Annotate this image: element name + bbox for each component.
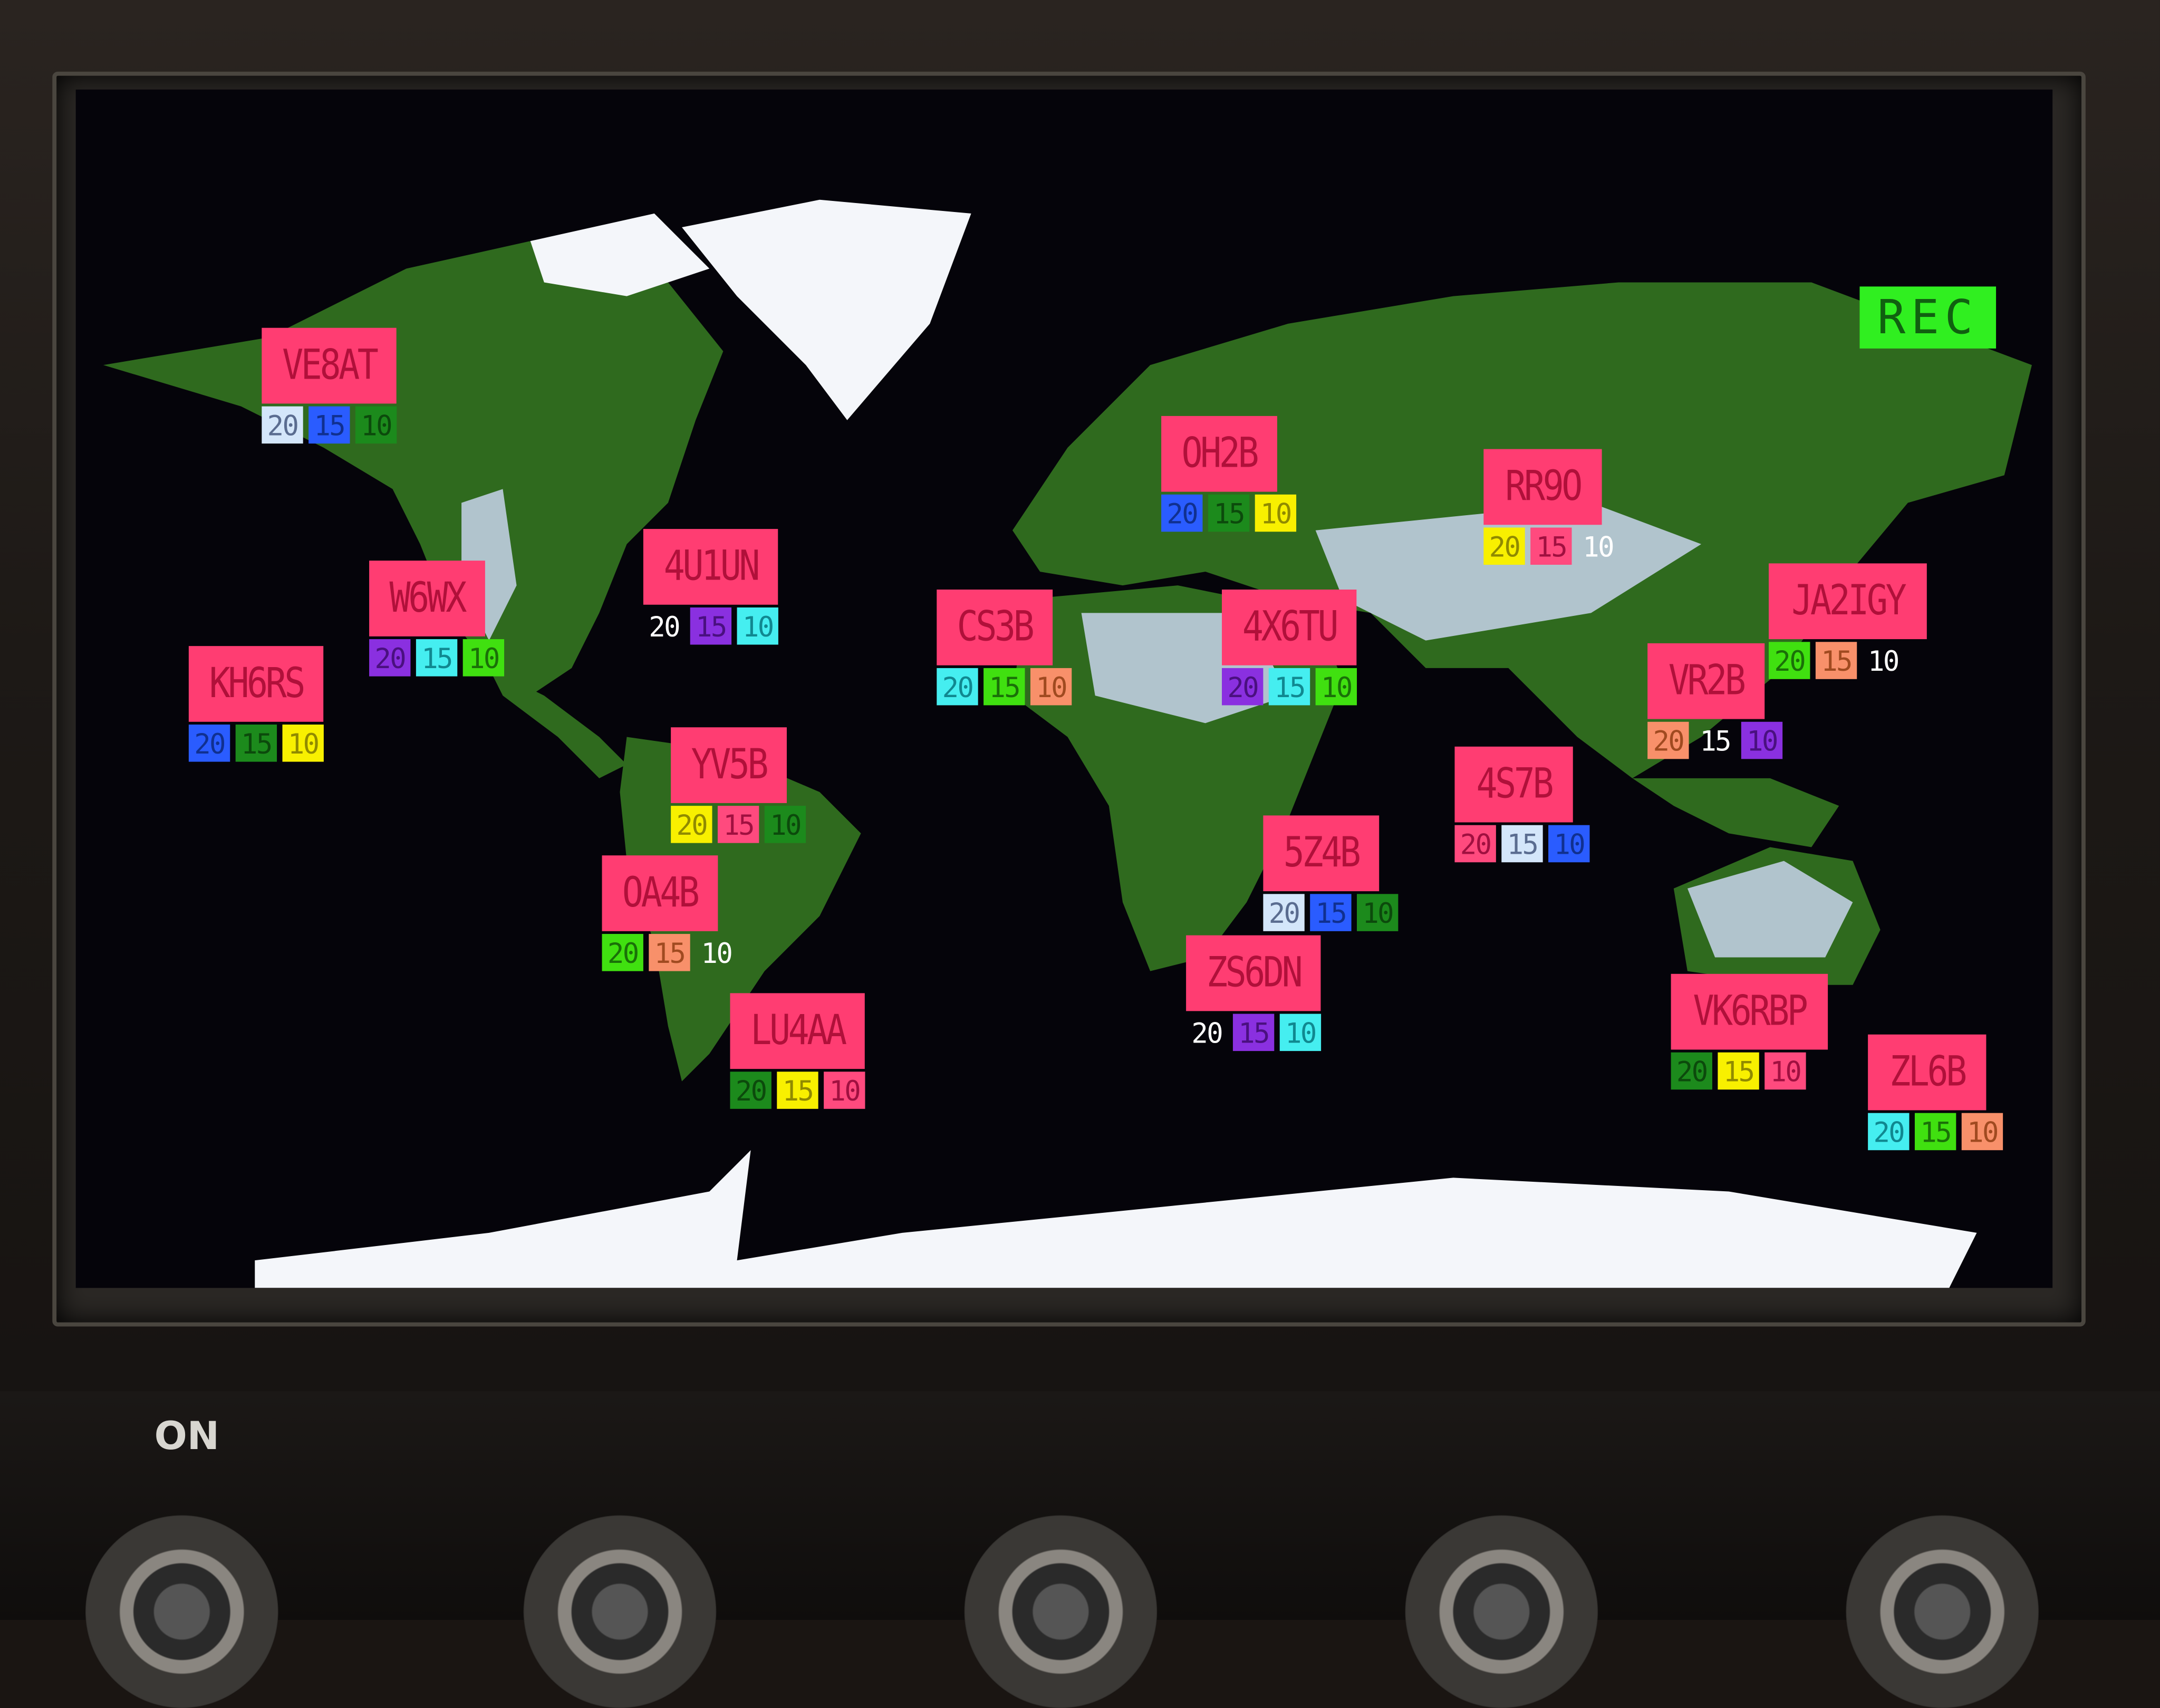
control-knob[interactable] bbox=[523, 1515, 717, 1708]
band-indicator-20: 20 bbox=[1868, 1113, 1910, 1151]
greenland bbox=[682, 199, 971, 420]
band-indicator-20: 20 bbox=[369, 639, 411, 677]
station-callsign: VE8AT bbox=[262, 327, 397, 404]
band-indicator-15: 15 bbox=[308, 406, 350, 444]
band-indicator-10: 10 bbox=[1030, 668, 1072, 706]
station-callsign: ZL6B bbox=[1868, 1034, 1987, 1111]
band-indicator-15: 15 bbox=[777, 1072, 818, 1109]
band-indicator-10: 10 bbox=[1764, 1052, 1806, 1090]
band-indicator-10: 10 bbox=[737, 607, 778, 645]
band-indicator-20: 20 bbox=[649, 609, 680, 643]
station-callsign: 4X6TU bbox=[1222, 590, 1357, 665]
central-america bbox=[489, 668, 627, 778]
band-indicator-10: 10 bbox=[282, 725, 324, 762]
band-indicator-15: 15 bbox=[1501, 825, 1543, 863]
station-callsign: KH6RS bbox=[188, 646, 324, 722]
antarctica bbox=[255, 1150, 1977, 1288]
band-indicator-10: 10 bbox=[1961, 1113, 2003, 1151]
band-indicator-10: 10 bbox=[1548, 825, 1590, 863]
band-indicator-10: 10 bbox=[1315, 668, 1357, 706]
band-indicator-10: 10 bbox=[1255, 494, 1297, 532]
band-indicator-20: 20 bbox=[1191, 1016, 1223, 1049]
band-indicator-10: 10 bbox=[701, 935, 732, 969]
band-indicator-15: 15 bbox=[983, 668, 1025, 706]
southeast-asia bbox=[1632, 778, 1839, 847]
band-indicator-15: 15 bbox=[416, 639, 458, 677]
band-indicator-20: 20 bbox=[1647, 721, 1689, 759]
band-indicator-10: 10 bbox=[462, 639, 505, 677]
band-indicator-10: 10 bbox=[1279, 1014, 1322, 1051]
band-indicator-15: 15 bbox=[1718, 1052, 1759, 1090]
band-indicator-10: 10 bbox=[1583, 529, 1614, 563]
station-callsign: JA2IGY bbox=[1769, 563, 1927, 640]
band-indicator-10: 10 bbox=[355, 406, 397, 444]
band-indicator-20: 20 bbox=[937, 668, 978, 706]
band-indicator-15: 15 bbox=[1310, 894, 1352, 931]
beacon-map-screen: REC VE8AT 20 15 10 W6WX 20 15 10 KH6RS 20 15 10 4U1U… bbox=[75, 89, 2053, 1288]
band-indicator-20: 20 bbox=[602, 934, 643, 971]
band-indicator-10: 10 bbox=[1357, 894, 1399, 931]
station-callsign: RR9O bbox=[1483, 449, 1602, 525]
band-indicator-20: 20 bbox=[262, 406, 303, 444]
band-indicator-20: 20 bbox=[1454, 825, 1496, 863]
power-label: ON bbox=[154, 1413, 219, 1459]
band-indicator-20: 20 bbox=[188, 725, 230, 762]
station-callsign: ZS6DN bbox=[1186, 935, 1322, 1011]
control-knob[interactable] bbox=[1846, 1515, 2039, 1708]
band-indicator-15: 15 bbox=[649, 934, 690, 971]
station-callsign: VK6RBP bbox=[1671, 973, 1828, 1050]
band-indicator-10: 10 bbox=[764, 806, 806, 843]
band-indicator-15: 15 bbox=[235, 725, 277, 762]
station-callsign: W6WX bbox=[369, 561, 485, 636]
band-indicator-15: 15 bbox=[1700, 723, 1731, 757]
band-indicator-20: 20 bbox=[1222, 668, 1264, 706]
band-indicator-20: 20 bbox=[1161, 494, 1203, 532]
power-switch[interactable] bbox=[85, 1515, 278, 1708]
station-callsign: YV5B bbox=[671, 727, 787, 803]
band-indicator-15: 15 bbox=[690, 607, 732, 645]
station-callsign: CS3B bbox=[937, 590, 1053, 665]
band-indicator-10: 10 bbox=[824, 1072, 865, 1109]
band-indicator-10: 10 bbox=[1868, 644, 1899, 677]
band-indicator-20: 20 bbox=[1769, 642, 1810, 679]
station-callsign: 4S7B bbox=[1454, 746, 1574, 823]
station-callsign: VR2B bbox=[1647, 643, 1765, 719]
band-indicator-15: 15 bbox=[1208, 494, 1250, 532]
control-knob[interactable] bbox=[1405, 1515, 1598, 1708]
band-indicator-15: 15 bbox=[1815, 642, 1857, 679]
recording-indicator: REC bbox=[1859, 286, 1997, 349]
band-indicator-10: 10 bbox=[1741, 721, 1783, 759]
arctic-islands bbox=[530, 213, 710, 296]
station-callsign: OA4B bbox=[602, 855, 718, 931]
control-knob[interactable] bbox=[964, 1515, 1158, 1708]
station-callsign: LU4AA bbox=[730, 993, 865, 1069]
band-indicator-20: 20 bbox=[1671, 1052, 1712, 1090]
band-indicator-15: 15 bbox=[717, 806, 759, 843]
band-indicator-15: 15 bbox=[1268, 668, 1310, 706]
station-callsign: 5Z4B bbox=[1263, 815, 1379, 892]
band-indicator-20: 20 bbox=[1263, 894, 1305, 931]
band-indicator-20: 20 bbox=[671, 806, 712, 843]
station-callsign: OH2B bbox=[1161, 416, 1277, 492]
device: REC VE8AT 20 15 10 W6WX 20 15 10 KH6RS 20 15 10 4U1U… bbox=[0, 0, 2160, 1708]
band-indicator-15: 15 bbox=[1914, 1113, 1956, 1151]
band-indicator-20: 20 bbox=[730, 1072, 772, 1109]
station-callsign: 4U1UN bbox=[643, 529, 778, 605]
band-indicator-20: 20 bbox=[1483, 527, 1525, 565]
band-indicator-15: 15 bbox=[1232, 1014, 1275, 1051]
band-indicator-15: 15 bbox=[1530, 527, 1572, 565]
